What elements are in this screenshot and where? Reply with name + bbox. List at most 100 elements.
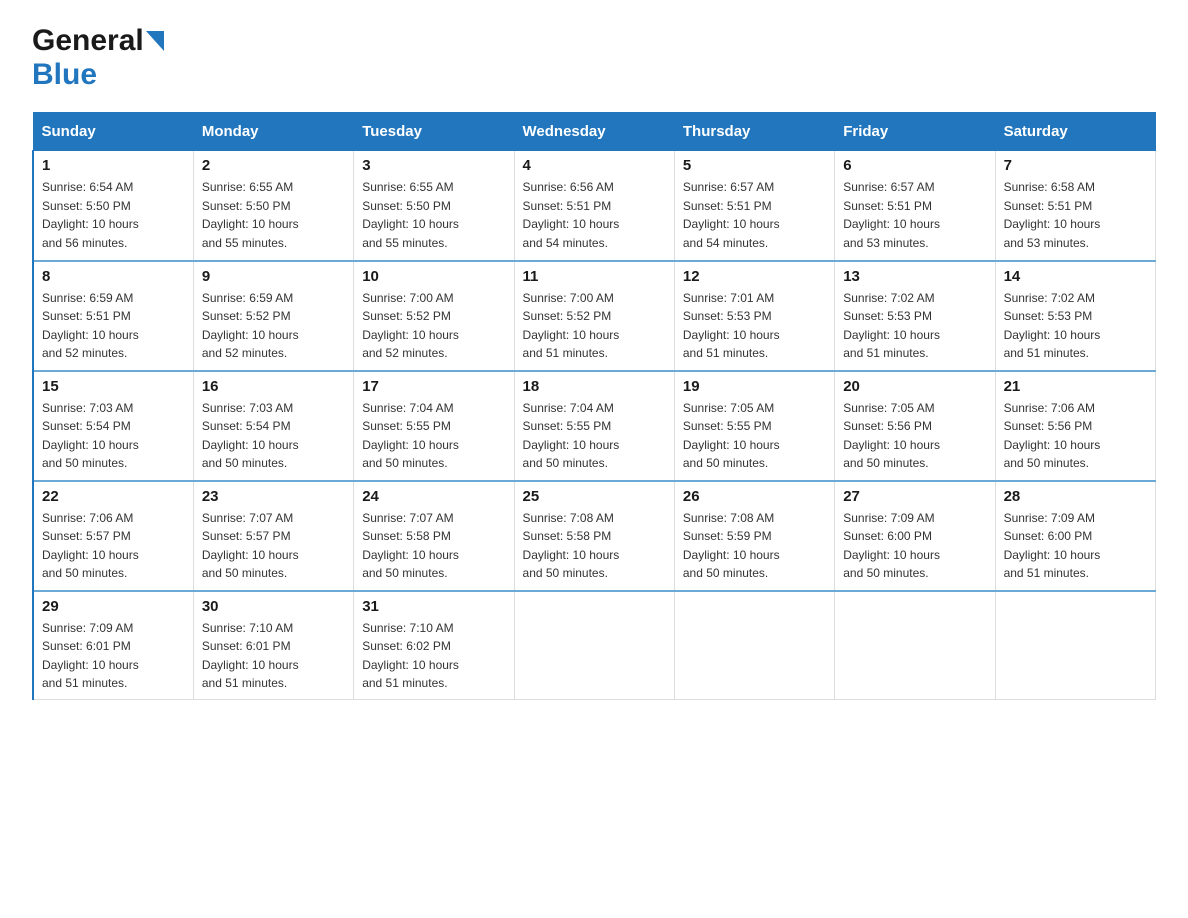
column-header-monday: Monday [193,113,353,151]
day-number: 25 [523,488,666,505]
logo-triangle-icon [146,31,164,56]
day-number: 7 [1004,157,1147,174]
day-info: Sunrise: 7:06 AMSunset: 5:57 PMDaylight:… [42,511,139,581]
day-info: Sunrise: 7:07 AMSunset: 5:57 PMDaylight:… [202,511,299,581]
day-info: Sunrise: 7:09 AMSunset: 6:00 PMDaylight:… [1004,511,1101,581]
calendar-cell [674,591,834,700]
day-info: Sunrise: 7:05 AMSunset: 5:55 PMDaylight:… [683,401,780,471]
week-row-1: 1 Sunrise: 6:54 AMSunset: 5:50 PMDayligh… [33,151,1156,261]
week-row-5: 29 Sunrise: 7:09 AMSunset: 6:01 PMDaylig… [33,591,1156,700]
day-number: 31 [362,598,505,615]
day-number: 30 [202,598,345,615]
day-info: Sunrise: 7:10 AMSunset: 6:02 PMDaylight:… [362,621,459,691]
day-number: 22 [42,488,185,505]
calendar-cell: 4 Sunrise: 6:56 AMSunset: 5:51 PMDayligh… [514,151,674,261]
day-info: Sunrise: 6:57 AMSunset: 5:51 PMDaylight:… [843,180,940,250]
calendar-cell: 6 Sunrise: 6:57 AMSunset: 5:51 PMDayligh… [835,151,995,261]
day-number: 23 [202,488,345,505]
column-header-friday: Friday [835,113,995,151]
day-info: Sunrise: 7:05 AMSunset: 5:56 PMDaylight:… [843,401,940,471]
calendar-cell: 16 Sunrise: 7:03 AMSunset: 5:54 PMDaylig… [193,371,353,481]
day-info: Sunrise: 6:59 AMSunset: 5:51 PMDaylight:… [42,291,139,361]
calendar-cell: 31 Sunrise: 7:10 AMSunset: 6:02 PMDaylig… [354,591,514,700]
calendar-cell: 20 Sunrise: 7:05 AMSunset: 5:56 PMDaylig… [835,371,995,481]
day-number: 10 [362,268,505,285]
calendar-cell [835,591,995,700]
week-row-2: 8 Sunrise: 6:59 AMSunset: 5:51 PMDayligh… [33,261,1156,371]
calendar-cell: 22 Sunrise: 7:06 AMSunset: 5:57 PMDaylig… [33,481,193,591]
day-info: Sunrise: 7:09 AMSunset: 6:00 PMDaylight:… [843,511,940,581]
day-number: 28 [1004,488,1147,505]
day-info: Sunrise: 7:10 AMSunset: 6:01 PMDaylight:… [202,621,299,691]
logo: General Blue [32,24,164,92]
day-number: 12 [683,268,826,285]
column-header-tuesday: Tuesday [354,113,514,151]
calendar-cell: 14 Sunrise: 7:02 AMSunset: 5:53 PMDaylig… [995,261,1155,371]
day-number: 17 [362,378,505,395]
calendar-cell: 23 Sunrise: 7:07 AMSunset: 5:57 PMDaylig… [193,481,353,591]
calendar-cell: 5 Sunrise: 6:57 AMSunset: 5:51 PMDayligh… [674,151,834,261]
calendar-cell: 1 Sunrise: 6:54 AMSunset: 5:50 PMDayligh… [33,151,193,261]
day-info: Sunrise: 7:03 AMSunset: 5:54 PMDaylight:… [202,401,299,471]
day-number: 29 [42,598,185,615]
calendar-cell: 25 Sunrise: 7:08 AMSunset: 5:58 PMDaylig… [514,481,674,591]
day-number: 27 [843,488,986,505]
calendar-cell: 7 Sunrise: 6:58 AMSunset: 5:51 PMDayligh… [995,151,1155,261]
day-number: 5 [683,157,826,174]
column-header-sunday: Sunday [33,113,193,151]
day-number: 13 [843,268,986,285]
day-number: 26 [683,488,826,505]
calendar-cell: 24 Sunrise: 7:07 AMSunset: 5:58 PMDaylig… [354,481,514,591]
calendar-cell: 15 Sunrise: 7:03 AMSunset: 5:54 PMDaylig… [33,371,193,481]
day-info: Sunrise: 7:02 AMSunset: 5:53 PMDaylight:… [843,291,940,361]
day-number: 6 [843,157,986,174]
calendar-cell: 27 Sunrise: 7:09 AMSunset: 6:00 PMDaylig… [835,481,995,591]
day-number: 21 [1004,378,1147,395]
day-info: Sunrise: 7:00 AMSunset: 5:52 PMDaylight:… [362,291,459,361]
day-number: 2 [202,157,345,174]
day-number: 15 [42,378,185,395]
day-number: 20 [843,378,986,395]
calendar-cell: 26 Sunrise: 7:08 AMSunset: 5:59 PMDaylig… [674,481,834,591]
day-info: Sunrise: 6:59 AMSunset: 5:52 PMDaylight:… [202,291,299,361]
calendar-cell: 10 Sunrise: 7:00 AMSunset: 5:52 PMDaylig… [354,261,514,371]
day-number: 14 [1004,268,1147,285]
day-info: Sunrise: 7:03 AMSunset: 5:54 PMDaylight:… [42,401,139,471]
day-number: 11 [523,268,666,285]
calendar-cell: 11 Sunrise: 7:00 AMSunset: 5:52 PMDaylig… [514,261,674,371]
calendar-cell: 30 Sunrise: 7:10 AMSunset: 6:01 PMDaylig… [193,591,353,700]
calendar-cell: 29 Sunrise: 7:09 AMSunset: 6:01 PMDaylig… [33,591,193,700]
day-info: Sunrise: 7:02 AMSunset: 5:53 PMDaylight:… [1004,291,1101,361]
day-info: Sunrise: 6:55 AMSunset: 5:50 PMDaylight:… [362,180,459,250]
day-info: Sunrise: 7:04 AMSunset: 5:55 PMDaylight:… [523,401,620,471]
page-header: General Blue [32,24,1156,92]
calendar-cell: 3 Sunrise: 6:55 AMSunset: 5:50 PMDayligh… [354,151,514,261]
day-number: 3 [362,157,505,174]
calendar-cell: 8 Sunrise: 6:59 AMSunset: 5:51 PMDayligh… [33,261,193,371]
calendar-cell: 17 Sunrise: 7:04 AMSunset: 5:55 PMDaylig… [354,371,514,481]
day-info: Sunrise: 7:06 AMSunset: 5:56 PMDaylight:… [1004,401,1101,471]
calendar-cell: 13 Sunrise: 7:02 AMSunset: 5:53 PMDaylig… [835,261,995,371]
calendar-cell [514,591,674,700]
day-number: 9 [202,268,345,285]
calendar-cell [995,591,1155,700]
day-info: Sunrise: 7:00 AMSunset: 5:52 PMDaylight:… [523,291,620,361]
day-info: Sunrise: 6:55 AMSunset: 5:50 PMDaylight:… [202,180,299,250]
week-row-3: 15 Sunrise: 7:03 AMSunset: 5:54 PMDaylig… [33,371,1156,481]
calendar-cell: 28 Sunrise: 7:09 AMSunset: 6:00 PMDaylig… [995,481,1155,591]
day-number: 19 [683,378,826,395]
day-info: Sunrise: 7:09 AMSunset: 6:01 PMDaylight:… [42,621,139,691]
calendar-header: SundayMondayTuesdayWednesdayThursdayFrid… [33,113,1156,151]
calendar-cell: 12 Sunrise: 7:01 AMSunset: 5:53 PMDaylig… [674,261,834,371]
calendar-table: SundayMondayTuesdayWednesdayThursdayFrid… [32,112,1156,700]
calendar-cell: 21 Sunrise: 7:06 AMSunset: 5:56 PMDaylig… [995,371,1155,481]
day-number: 1 [42,157,185,174]
day-number: 16 [202,378,345,395]
logo-general-text: General [32,24,144,58]
day-number: 24 [362,488,505,505]
calendar-cell: 2 Sunrise: 6:55 AMSunset: 5:50 PMDayligh… [193,151,353,261]
day-info: Sunrise: 6:58 AMSunset: 5:51 PMDaylight:… [1004,180,1101,250]
column-header-thursday: Thursday [674,113,834,151]
day-number: 18 [523,378,666,395]
day-info: Sunrise: 7:08 AMSunset: 5:59 PMDaylight:… [683,511,780,581]
